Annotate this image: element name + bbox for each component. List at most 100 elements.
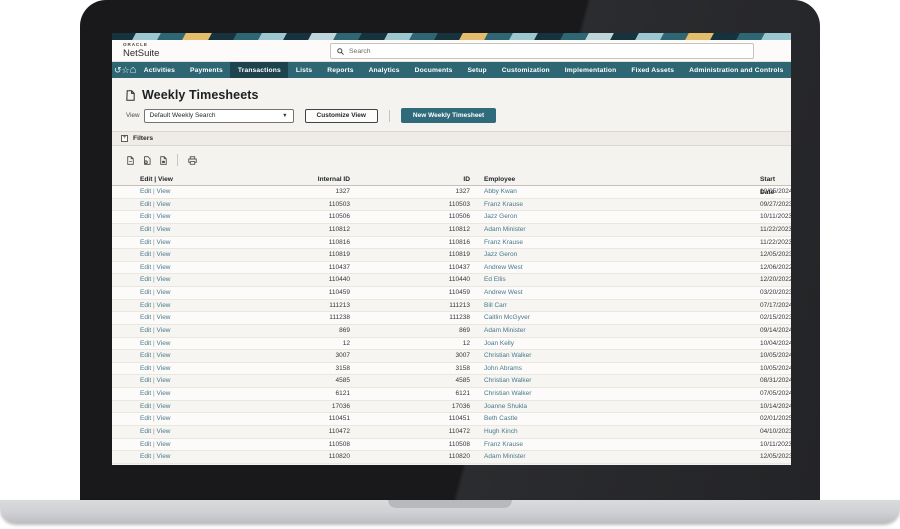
edit-view-cell: Edit | View (140, 274, 230, 287)
edit-link[interactable]: Edit (140, 365, 151, 372)
employee-link[interactable]: Jazz Geron (470, 211, 660, 224)
shortcuts-star-icon[interactable]: ☆ (122, 62, 130, 78)
employee-link[interactable]: Adam Minister (470, 224, 660, 237)
edit-link[interactable]: Edit (140, 302, 151, 309)
id-cell: 110459 (350, 287, 470, 300)
filters-bar[interactable]: + Filters (112, 131, 791, 146)
view-link[interactable]: View (157, 377, 171, 384)
employee-link[interactable]: Christian Walker (470, 375, 660, 388)
view-link[interactable]: View (157, 239, 171, 246)
view-link[interactable]: View (157, 365, 171, 372)
pipe-separator: | (153, 428, 155, 435)
employee-link[interactable]: Franz Krause (470, 439, 660, 452)
view-link[interactable]: View (157, 289, 171, 296)
edit-link[interactable]: Edit (140, 327, 151, 334)
view-link[interactable]: View (157, 264, 171, 271)
employee-link[interactable]: Christian Walker (470, 350, 660, 363)
search-input[interactable] (349, 48, 747, 55)
edit-link[interactable]: Edit (140, 441, 151, 448)
edit-link[interactable]: Edit (140, 188, 151, 195)
edit-link[interactable]: Edit (140, 428, 151, 435)
export-csv-icon[interactable] (127, 156, 134, 165)
employee-link[interactable]: Andrew West (470, 262, 660, 275)
employee-link[interactable]: John Abrams (470, 363, 660, 376)
edit-link[interactable]: Edit (140, 251, 151, 258)
nav-item[interactable]: Documents (407, 62, 460, 78)
edit-link[interactable]: Edit (140, 377, 151, 384)
edit-link[interactable]: Edit (140, 264, 151, 271)
view-link[interactable]: View (157, 188, 171, 195)
employee-link[interactable]: Abby Kwan (470, 186, 660, 199)
view-link[interactable]: View (157, 352, 171, 359)
expand-plus-icon[interactable]: + (121, 135, 128, 142)
nav-item[interactable]: Payments (183, 62, 231, 78)
employee-link[interactable]: Bill Carr (470, 300, 660, 313)
employee-link[interactable]: Joan Kelly (470, 338, 660, 351)
nav-item[interactable]: Setup (460, 62, 494, 78)
nav-item[interactable]: Transactions (230, 62, 288, 78)
employee-link[interactable]: Franz Krause (470, 237, 660, 250)
edit-link[interactable]: Edit (140, 201, 151, 208)
view-link[interactable]: View (157, 251, 171, 258)
view-link[interactable]: View (157, 302, 171, 309)
view-link[interactable]: View (157, 314, 171, 321)
employee-link[interactable]: Adam Minister (470, 325, 660, 338)
view-link[interactable]: View (157, 327, 171, 334)
customize-view-button[interactable]: Customize View (305, 109, 378, 123)
id-cell: 110816 (350, 237, 470, 250)
edit-link[interactable]: Edit (140, 453, 151, 460)
export-excel-icon[interactable] (143, 156, 151, 165)
view-link[interactable]: View (157, 201, 171, 208)
edit-link[interactable]: Edit (140, 340, 151, 347)
employee-link[interactable]: Adam Minister (470, 451, 660, 464)
employee-link[interactable]: Jazz Geron (470, 249, 660, 262)
start-date-cell: 03/20/2023 (660, 287, 791, 300)
view-link[interactable]: View (157, 403, 171, 410)
edit-link[interactable]: Edit (140, 314, 151, 321)
edit-link[interactable]: Edit (140, 276, 151, 283)
nav-item[interactable]: Administration and Controls (682, 62, 791, 78)
view-link[interactable]: View (157, 428, 171, 435)
employee-link[interactable]: Andrew West (470, 287, 660, 300)
employee-link[interactable]: Franz Krause (470, 199, 660, 212)
id-cell: 110503 (350, 199, 470, 212)
edit-link[interactable]: Edit (140, 352, 151, 359)
employee-link[interactable]: Hugh Kinch (470, 426, 660, 439)
edit-link[interactable]: Edit (140, 403, 151, 410)
view-link[interactable]: View (157, 213, 171, 220)
view-link[interactable]: View (157, 453, 171, 460)
nav-item[interactable]: Reports (320, 62, 361, 78)
employee-link[interactable]: Joanne Shukla (470, 401, 660, 414)
nav-item[interactable]: Implementation (557, 62, 624, 78)
print-icon[interactable] (188, 156, 197, 165)
home-icon[interactable]: ⌂ (130, 62, 137, 78)
view-link[interactable]: View (157, 390, 171, 397)
id-cell: 4585 (350, 375, 470, 388)
laptop-base (0, 500, 900, 523)
employee-link[interactable]: Caitlin McGyver (470, 312, 660, 325)
employee-link[interactable]: Ed Ellis (470, 274, 660, 287)
nav-item[interactable]: Lists (288, 62, 319, 78)
employee-link[interactable]: Beth Castle (470, 413, 660, 426)
nav-item[interactable]: Analytics (361, 62, 407, 78)
view-link[interactable]: View (157, 276, 171, 283)
view-link[interactable]: View (157, 415, 171, 422)
view-select[interactable]: Default Weekly Search ▼ (144, 109, 294, 123)
view-link[interactable]: View (157, 441, 171, 448)
export-pdf-icon[interactable] (160, 156, 167, 165)
recent-records-icon[interactable]: ↺ (114, 62, 122, 78)
edit-link[interactable]: Edit (140, 239, 151, 246)
view-link[interactable]: View (157, 340, 171, 347)
employee-link[interactable]: Christian Walker (470, 388, 660, 401)
edit-link[interactable]: Edit (140, 213, 151, 220)
new-weekly-timesheet-button[interactable]: New Weekly Timesheet (401, 108, 496, 123)
global-search[interactable] (330, 43, 754, 59)
nav-item[interactable]: Customization (494, 62, 557, 78)
edit-link[interactable]: Edit (140, 415, 151, 422)
edit-link[interactable]: Edit (140, 226, 151, 233)
nav-item[interactable]: Fixed Assets (624, 62, 682, 78)
view-link[interactable]: View (157, 226, 171, 233)
edit-link[interactable]: Edit (140, 390, 151, 397)
nav-item[interactable]: Activities (136, 62, 182, 78)
edit-link[interactable]: Edit (140, 289, 151, 296)
